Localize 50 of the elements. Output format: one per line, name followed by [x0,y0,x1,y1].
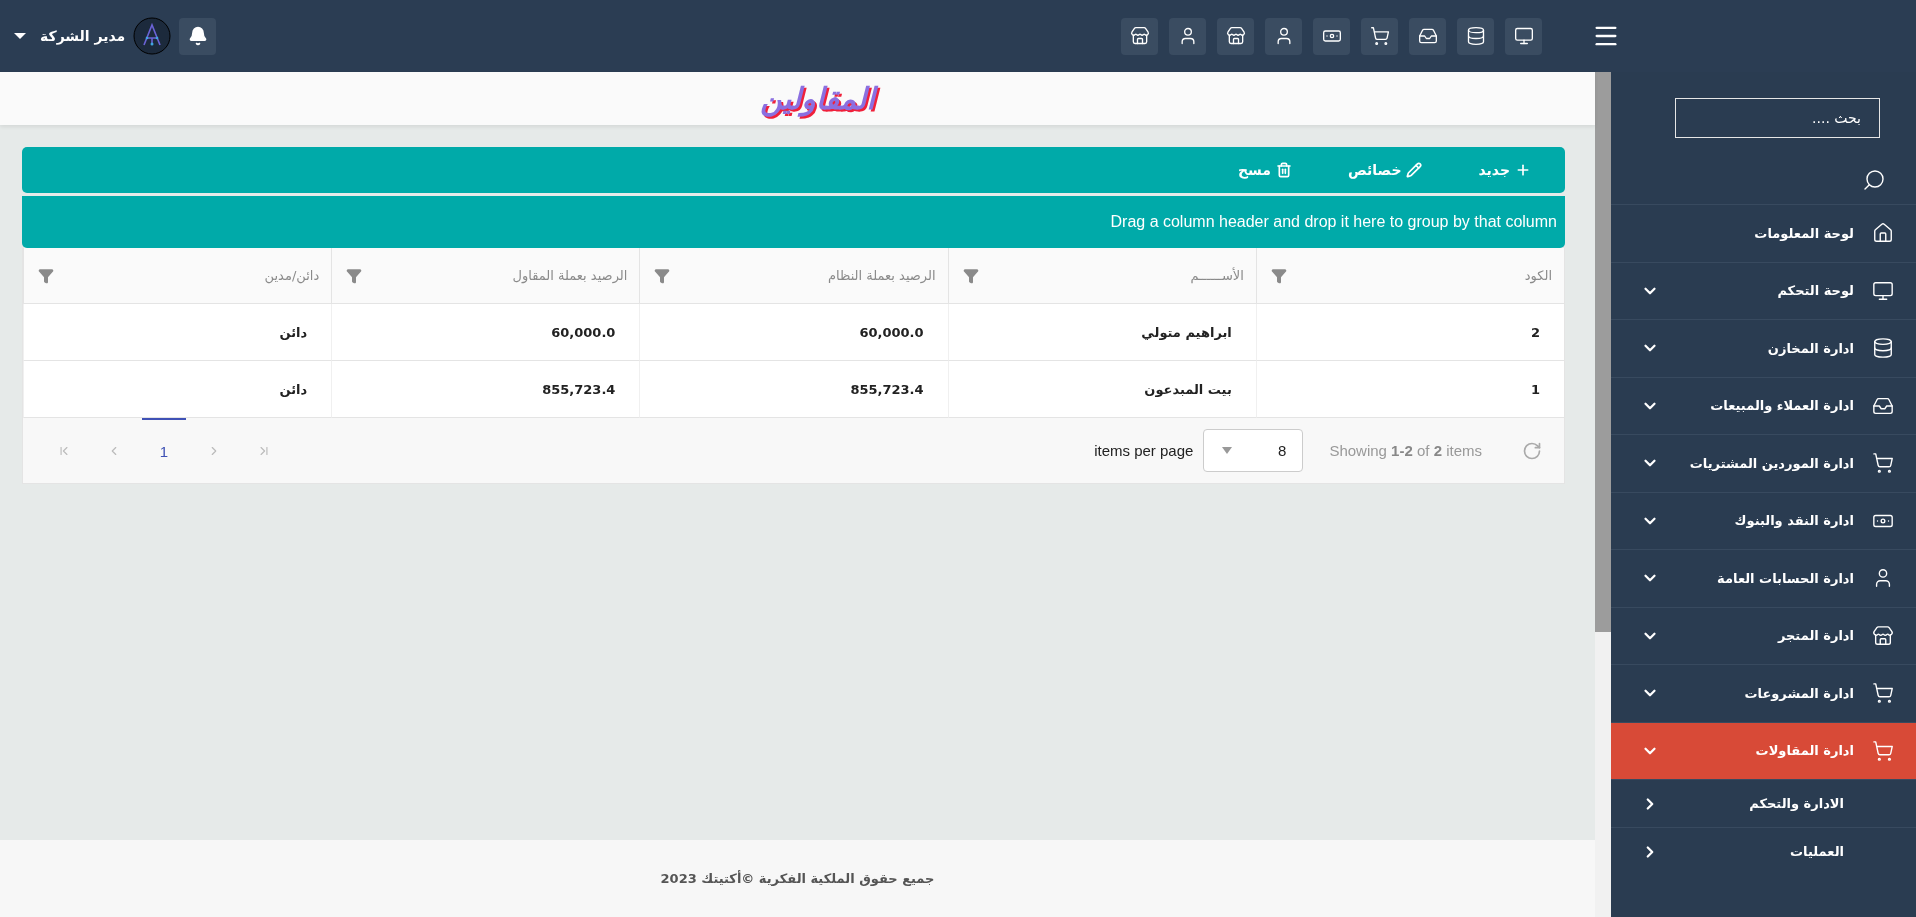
filter-icon[interactable] [1270,267,1287,284]
caret-icon[interactable] [14,33,26,39]
store-button[interactable] [1217,17,1254,55]
database-icon [1465,26,1486,46]
filter-icon[interactable] [962,267,979,284]
filter-icon[interactable] [654,267,671,284]
monitor-icon [1513,26,1534,46]
table-cell: 60,000.0 [331,304,640,361]
inbox-button[interactable] [1409,17,1446,55]
table-cell: دائن [23,304,332,361]
page-size-select[interactable]: 8 [1203,429,1304,472]
cart-button[interactable] [1361,17,1398,55]
group-panel: Drag a column header and drop it here to group by that column [22,196,1565,248]
table-cell: 2 [1255,304,1564,361]
user-name[interactable]: مدير الشركة [40,28,126,44]
search-icon[interactable] [1862,168,1886,192]
table-cell: 60,000.0 [639,304,948,361]
monitor-button[interactable] [1505,17,1542,55]
filter-icon[interactable] [38,267,54,284]
cart-icon [1872,739,1894,762]
user-button[interactable] [1169,17,1206,55]
bell-icon [187,26,208,46]
bell-button[interactable] [179,17,217,55]
trash-icon [1275,162,1292,178]
pencil-icon [1406,162,1423,178]
logo-icon [133,17,172,55]
pager-summary: Showing 1-2 of 2 items [1329,442,1482,459]
store-icon [1129,26,1150,46]
scrollbar[interactable] [1595,72,1611,917]
user-button[interactable] [1265,17,1302,55]
monitor-icon [1872,279,1894,302]
banknote-button[interactable] [1313,17,1350,55]
store-icon [1225,26,1246,46]
database-button[interactable] [1457,17,1494,55]
inbox-icon [1417,26,1438,46]
plus-icon [1515,162,1531,178]
page-button[interactable]: 1 [142,418,186,483]
sidebar-item[interactable]: ادارة المقاولات [1611,721,1916,779]
store-button[interactable] [1121,17,1158,55]
cart-icon [1369,26,1390,46]
store-icon [1872,624,1894,647]
filter-icon[interactable] [346,267,363,284]
home-icon [1872,222,1894,245]
page-size-label: items per page [1094,442,1194,459]
cart-icon [1872,452,1894,475]
cart-icon [1872,682,1894,705]
table-cell: ابراهيم متولي [947,304,1256,361]
search-field[interactable]: بحث .... [1675,98,1880,138]
copyright-text: جميع حقوق الملكية الفكرية ©أكتيتك 2023 [660,871,935,886]
database-icon [1872,337,1894,360]
